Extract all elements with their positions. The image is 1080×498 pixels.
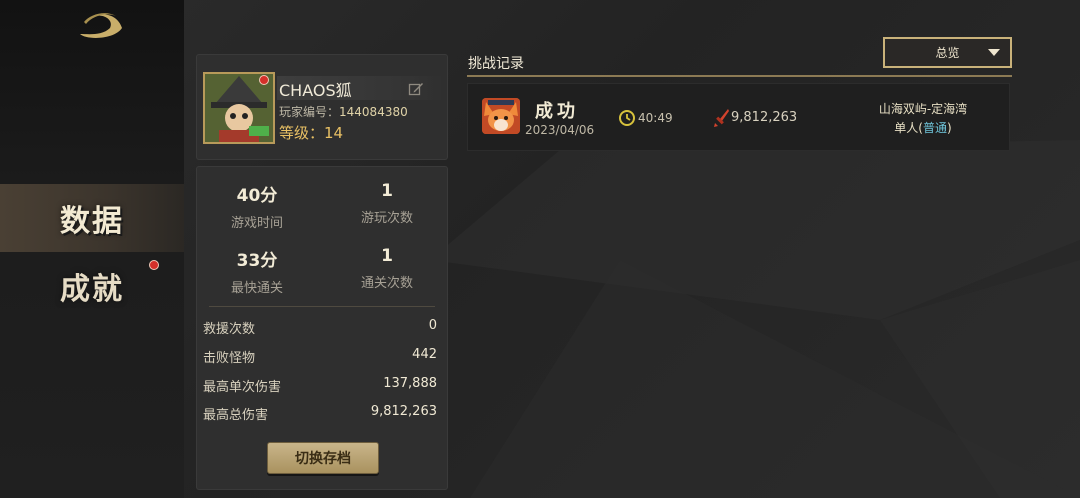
record-map-name: 山海双屿-定海湾 xyxy=(878,102,968,116)
notification-dot xyxy=(149,260,159,270)
divider xyxy=(209,306,435,307)
player-id: 玩家编号：144084380 xyxy=(279,103,408,120)
stat-row-value: 9,812,263 xyxy=(370,404,437,419)
stat-value: 1 xyxy=(381,181,393,201)
record-date: 2023/04/06 xyxy=(525,123,595,137)
sword-icon xyxy=(714,109,729,127)
stat-value: 40分 xyxy=(236,186,278,206)
sidebar: 数据 成就 xyxy=(0,0,184,498)
stat-fastest-clear: 33分 最快通关 xyxy=(197,246,317,296)
player-id-label: 玩家编号： xyxy=(279,105,340,119)
stat-label: 通关次数 xyxy=(360,276,413,291)
player-card: CHAOS狐 玩家编号：144084380 等级：14 xyxy=(196,54,448,160)
stat-value: 1 xyxy=(381,246,393,266)
stat-row-label: 击败怪物 xyxy=(203,351,256,366)
stat-row-max-total-damage: 最高总伤害 9,812,263 xyxy=(203,404,437,423)
record-mode: 单人(普通) xyxy=(848,119,998,136)
record-result: 成功 xyxy=(535,101,579,122)
stat-play-time: 40分 游戏时间 xyxy=(197,181,317,231)
game-logo-icon xyxy=(80,13,122,38)
chevron-down-icon xyxy=(988,49,1000,56)
sidebar-item-label: 成就 xyxy=(60,272,124,307)
stat-row-monsters-defeated: 击败怪物 442 xyxy=(203,347,437,366)
stat-clear-count: 1 通关次数 xyxy=(327,246,447,291)
record-mode-prefix: 单人( xyxy=(894,121,923,135)
stat-row-value: 0 xyxy=(428,318,437,333)
stat-row-value: 442 xyxy=(412,347,437,362)
player-level-label: 等级： xyxy=(279,124,325,142)
player-level: 等级：14 xyxy=(279,122,343,143)
stats-card: 40分 游戏时间 1 游玩次数 33分 最快通关 1 通关次数 救援次数 0 击… xyxy=(196,166,448,490)
sidebar-item-data[interactable]: 数据 xyxy=(0,184,184,252)
record-avatar xyxy=(482,98,520,134)
record-row[interactable]: 成功 2023/04/06 40:49 9,812,263 山海双屿-定海湾 单… xyxy=(467,83,1010,151)
stat-value: 33分 xyxy=(236,251,278,271)
records-title: 挑战记录 xyxy=(468,56,524,72)
record-difficulty: 普通 xyxy=(922,121,947,135)
edit-icon[interactable] xyxy=(408,81,424,97)
record-time: 40:49 xyxy=(638,111,673,125)
dropdown-selected-value: 总览 xyxy=(935,46,960,60)
stat-row-label: 最高单次伤害 xyxy=(203,380,282,395)
records-divider xyxy=(467,75,1012,77)
stat-play-count: 1 游玩次数 xyxy=(327,181,447,226)
stat-row-max-single-damage: 最高单次伤害 137,888 xyxy=(203,376,437,395)
records-filter-dropdown[interactable]: 总览 xyxy=(883,37,1012,68)
clock-icon xyxy=(619,110,635,126)
stat-label: 游玩次数 xyxy=(360,211,413,226)
record-mode-suffix: ) xyxy=(947,121,952,135)
sidebar-item-label: 数据 xyxy=(60,204,124,239)
stat-row-label: 最高总伤害 xyxy=(203,408,269,423)
record-damage: 9,812,263 xyxy=(731,110,798,125)
player-id-value: 144084380 xyxy=(339,105,408,119)
player-level-value: 14 xyxy=(324,124,344,142)
notification-dot xyxy=(259,75,269,85)
stat-row-value: 137,888 xyxy=(383,376,437,391)
fox-character-avatar-icon xyxy=(482,98,520,134)
switch-save-button[interactable]: 切换存档 xyxy=(267,442,379,474)
player-name: CHAOS狐 xyxy=(279,81,352,100)
stat-row-label: 救援次数 xyxy=(203,322,256,337)
stat-label: 游戏时间 xyxy=(230,216,283,231)
stat-label: 最快通关 xyxy=(230,281,283,296)
stat-row-rescues: 救援次数 0 xyxy=(203,318,437,337)
